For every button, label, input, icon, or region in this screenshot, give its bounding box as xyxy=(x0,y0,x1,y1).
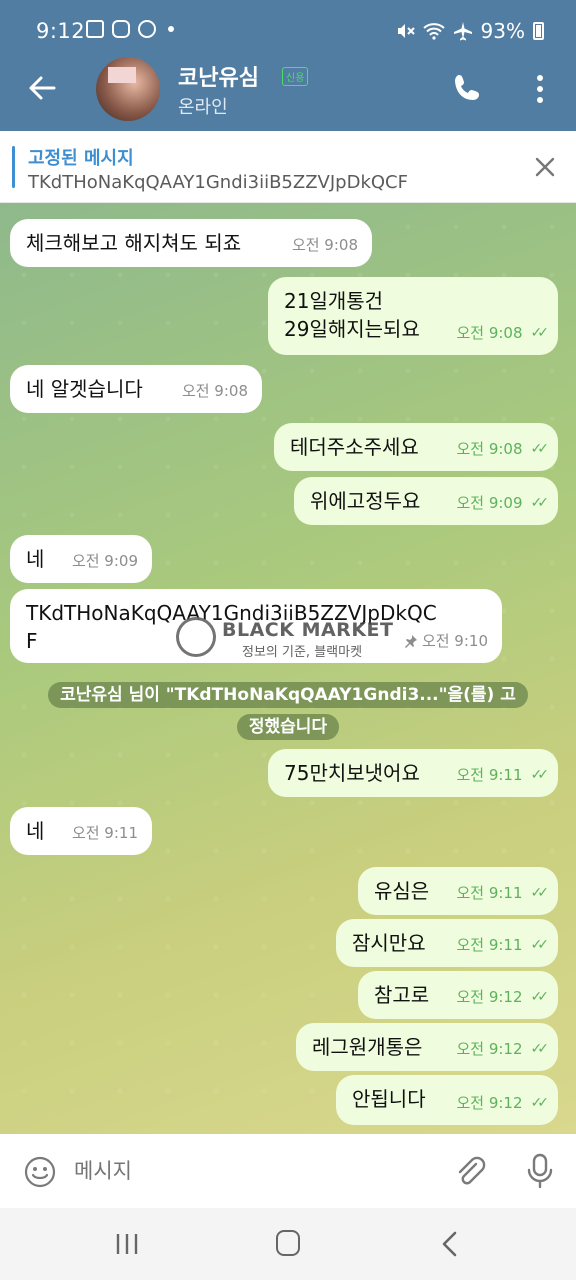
message-bubble[interactable]: 유심은 오전 9:11 ✓✓ xyxy=(358,867,558,915)
message-text: 네 xyxy=(26,819,45,843)
read-checkmarks-icon: ✓✓ xyxy=(530,767,550,783)
message-time: 오전 9:11 xyxy=(71,824,138,842)
battery-icon xyxy=(533,22,544,40)
system-notice-text: 코난유심 님이 "TKdTHoNaKqQAAY1Gndi3..."을(를) 고정… xyxy=(48,682,528,740)
status-bar: 9:12 93% xyxy=(0,0,576,64)
message-time: 오전 9:08 xyxy=(291,236,358,254)
read-checkmarks-icon: ✓✓ xyxy=(530,989,550,1005)
message-bubble[interactable]: 참고로 오전 9:12 ✓✓ xyxy=(358,971,558,1019)
message-time: 오전 9:10 xyxy=(421,632,488,650)
message-bubble[interactable]: 안됩니다 오전 9:12 ✓✓ xyxy=(336,1075,558,1125)
message-bubble[interactable]: 체크해보고 해지쳐도 되죠 오전 9:08 xyxy=(10,219,372,267)
contact-online-status: 온라인 xyxy=(178,97,228,118)
wifi-icon xyxy=(422,23,445,40)
read-checkmarks-icon: ✓✓ xyxy=(530,495,550,511)
message-text: 레그원개통은 xyxy=(312,1035,423,1059)
message-text: 체크해보고 해지쳐도 되죠 xyxy=(26,231,242,255)
contact-name[interactable]: 코난유심 xyxy=(178,60,259,92)
home-icon[interactable] xyxy=(276,1230,300,1256)
message-text: 안됩니다 xyxy=(352,1087,426,1111)
read-checkmarks-icon: ✓✓ xyxy=(530,441,550,457)
pinned-message-bar[interactable]: 고정된 메시지 TKdTHoNaKqQAAY1Gndi3iiB5ZZVJpDkQ… xyxy=(0,131,576,203)
instagram-notification-icon xyxy=(112,20,130,38)
message-bubble[interactable]: 레그원개통은 오전 9:12 ✓✓ xyxy=(296,1023,558,1071)
message-time: 오전 9:12 xyxy=(456,1040,523,1058)
message-text: 유심은 xyxy=(374,879,430,903)
pinned-title: 고정된 메시지 xyxy=(28,148,134,169)
message-time: 오전 9:08 xyxy=(456,324,523,342)
message-bubble[interactable]: 네 알겟습니다 오전 9:08 xyxy=(10,365,262,413)
message-text: 75만치보냇어요 xyxy=(284,761,420,785)
message-time: 오전 9:09 xyxy=(456,494,523,512)
attach-paperclip-icon[interactable] xyxy=(452,1154,488,1190)
system-navigation-bar xyxy=(0,1208,576,1280)
message-bubble[interactable]: 잠시만요 오전 9:11 ✓✓ xyxy=(336,919,558,967)
message-time: 오전 9:11 xyxy=(456,884,523,902)
mute-icon xyxy=(397,24,415,38)
message-bubble[interactable]: 21일개통건 29일해지는되요 오전 9:08 ✓✓ xyxy=(268,277,558,355)
read-checkmarks-icon: ✓✓ xyxy=(530,325,550,341)
nav-back-icon[interactable] xyxy=(438,1230,462,1258)
system-notice: 코난유심 님이 "TKdTHoNaKqQAAY1Gndi3..."을(를) 고정… xyxy=(48,679,528,743)
message-time: 오전 9:12 xyxy=(456,988,523,1006)
message-bubble[interactable]: 위에고정두요 오전 9:09 ✓✓ xyxy=(294,477,558,525)
status-time: 9:12 xyxy=(36,19,86,43)
message-bubble[interactable]: 네 오전 9:11 xyxy=(10,807,152,855)
message-text: 참고로 xyxy=(374,983,430,1007)
message-text: 잠시만요 xyxy=(352,931,426,955)
chat-area[interactable]: 체크해보고 해지쳐도 되죠 오전 9:08 21일개통건 29일해지는되요 오전… xyxy=(0,203,576,1134)
read-checkmarks-icon: ✓✓ xyxy=(530,885,550,901)
watermark-subtitle: 정보의 기준, 블랙마켓 xyxy=(242,645,363,660)
more-notifications-dot-icon xyxy=(168,26,174,32)
message-time: 오전 9:11 xyxy=(456,766,523,784)
pinned-indicator xyxy=(12,146,15,188)
message-time: 오전 9:09 xyxy=(71,552,138,570)
emoji-icon[interactable] xyxy=(24,1156,56,1188)
message-input[interactable] xyxy=(74,1154,424,1188)
battery-percent: 93% xyxy=(480,19,525,43)
close-pinned-icon[interactable] xyxy=(534,156,556,178)
watermark: BLACK MARKET 정보의 기준, 블랙마켓 xyxy=(176,617,416,661)
message-bubble[interactable]: 네 오전 9:09 xyxy=(10,535,152,583)
app-notification-icon xyxy=(138,20,156,38)
pinned-text: TKdTHoNaKqQAAY1Gndi3iiB5ZZVJpDkQCF xyxy=(28,172,408,193)
watermark-title: BLACK MARKET xyxy=(222,619,394,641)
message-text: 테더주소주세요 xyxy=(290,435,419,459)
message-text: 네 xyxy=(26,547,45,571)
message-bubble[interactable]: 75만치보냇어요 오전 9:11 ✓✓ xyxy=(268,749,558,797)
message-time: 오전 9:11 xyxy=(456,936,523,954)
verified-badge: 신용 xyxy=(282,67,309,86)
airplane-mode-icon xyxy=(453,22,472,41)
phone-call-icon[interactable] xyxy=(450,70,486,106)
watermark-logo xyxy=(176,617,216,657)
message-time: 오전 9:08 xyxy=(181,382,248,400)
microphone-icon[interactable] xyxy=(524,1152,556,1190)
message-bubble[interactable]: 테더주소주세요 오전 9:08 ✓✓ xyxy=(274,423,558,471)
message-time: 오전 9:12 xyxy=(456,1094,523,1112)
message-text: 위에고정두요 xyxy=(310,489,421,513)
message-text: 21일개통건 29일해지는되요 xyxy=(284,289,420,341)
message-text: 네 알겟습니다 xyxy=(26,377,143,401)
gallery-notification-icon xyxy=(86,20,104,38)
message-time: 오전 9:08 xyxy=(456,440,523,458)
more-options-icon[interactable] xyxy=(528,72,552,106)
app-header: 9:12 93% 코난유심 신용 온라인 xyxy=(0,0,576,131)
back-arrow-icon[interactable] xyxy=(24,70,60,106)
recent-apps-icon[interactable] xyxy=(114,1232,140,1256)
read-checkmarks-icon: ✓✓ xyxy=(530,1095,550,1111)
message-composer xyxy=(0,1134,576,1208)
contact-avatar[interactable] xyxy=(96,57,160,121)
read-checkmarks-icon: ✓✓ xyxy=(530,1041,550,1057)
read-checkmarks-icon: ✓✓ xyxy=(530,937,550,953)
